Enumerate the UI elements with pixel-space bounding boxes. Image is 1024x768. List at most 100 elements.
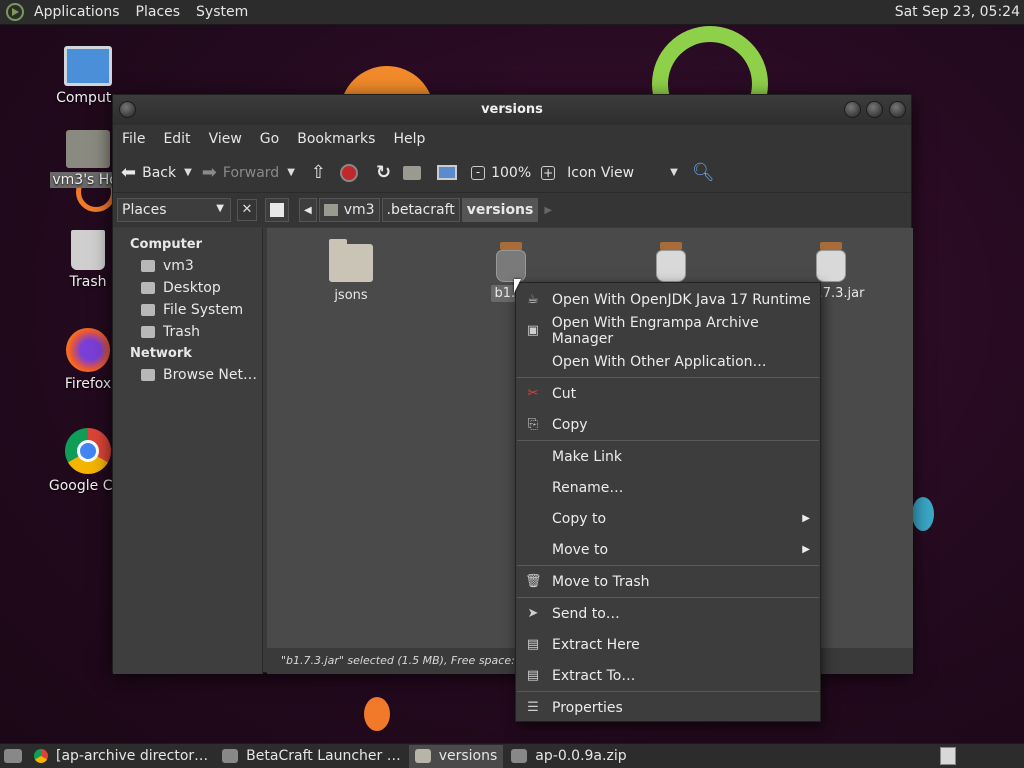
close-button[interactable] (889, 101, 906, 118)
sidebar-item-browse-network[interactable]: Browse Net… (113, 364, 262, 386)
menu-item-extract-to[interactable]: ▤ Extract To… (516, 660, 820, 691)
file-item-jar[interactable] (611, 236, 731, 286)
sidebar-selector-label: Places (122, 202, 167, 218)
clock[interactable]: Sat Sep 23, 05:24 (895, 4, 1020, 20)
taskbar-item-archive[interactable]: ap-0.0.9a.zip (505, 745, 632, 768)
menu-help[interactable]: Help (384, 131, 434, 147)
sidebar-item-trash[interactable]: Trash (113, 321, 262, 343)
sidebar: Computer vm3 Desktop File System Trash N… (113, 228, 263, 674)
breadcrumb-betacraft[interactable]: .betacraft (381, 198, 460, 222)
menu-item-label: Make Link (552, 448, 622, 465)
firefox-icon (66, 328, 110, 372)
menu-item-label: Move to Trash (552, 573, 650, 590)
toolbar: ⬅ Back ▼ ➡ Forward ▼ ⇧ ↻ - 100% + Icon V… (113, 153, 911, 193)
breadcrumb-left-arrow[interactable]: ◀ (299, 198, 317, 222)
computer-icon[interactable] (437, 165, 458, 180)
menu-item-cut[interactable]: ✂ Cut (516, 378, 820, 409)
menu-item-move-to[interactable]: Move to ▶ (516, 534, 820, 565)
menu-item-open-with-engrampa[interactable]: ▣ Open With Engrampa Archive Manager (516, 315, 820, 347)
menu-item-label: Move to (552, 541, 609, 558)
search-icon[interactable]: 🔍︎ (692, 162, 715, 183)
back-arrow-icon: ⬅ (121, 162, 137, 183)
breadcrumb-versions[interactable]: versions (461, 198, 539, 222)
menu-applications[interactable]: Applications (26, 4, 128, 20)
window-menu-button[interactable] (119, 101, 136, 118)
menu-item-copy-to[interactable]: Copy to ▶ (516, 503, 820, 534)
location-edit-toggle[interactable] (265, 198, 289, 222)
copy-icon: ⎘ (527, 417, 539, 432)
sidebar-item-label: File System (163, 302, 244, 318)
bottom-panel: [ap-archive director… BetaCraft Launcher… (0, 743, 1024, 768)
taskbar-item-chrome[interactable]: [ap-archive director… (28, 745, 214, 768)
mouse-cursor-icon (514, 279, 521, 293)
sidebar-item-label: Trash (163, 324, 200, 340)
trash-icon (71, 230, 105, 270)
zoom-in-icon[interactable]: + (541, 165, 556, 180)
pencil-icon (270, 203, 284, 217)
window-title: versions (481, 102, 543, 117)
mate-logo-icon[interactable] (6, 3, 24, 21)
stop-icon[interactable] (340, 163, 358, 182)
trash-icon: 🗑︎ (525, 574, 542, 589)
taskbar-item-betacraft[interactable]: BetaCraft Launcher … (216, 745, 407, 768)
menu-view[interactable]: View (200, 131, 251, 147)
menu-item-label: Open With Other Application… (552, 353, 767, 370)
menu-item-rename[interactable]: Rename… (516, 472, 820, 503)
up-arrow-icon[interactable]: ⇧ (311, 162, 326, 183)
file-item-jsons[interactable]: jsons (291, 236, 411, 303)
forward-history-dropdown-icon[interactable]: ▼ (287, 167, 295, 178)
zoom-out-icon: - (471, 165, 486, 180)
sidebar-item-desktop[interactable]: Desktop (113, 277, 262, 299)
java-icon: ☕ (527, 292, 539, 307)
sidebar-selector[interactable]: Places ▼ (117, 198, 231, 222)
chevron-left-icon: ◀ (304, 204, 312, 216)
send-icon: ➤ (527, 606, 539, 621)
taskbar-item-versions[interactable]: versions (408, 744, 504, 768)
breadcrumb-vm3[interactable]: vm3 (318, 198, 380, 222)
menu-item-open-with-other[interactable]: Open With Other Application… (516, 346, 820, 377)
top-panel: Applications Places System Sat Sep 23, 0… (0, 0, 1024, 25)
menu-bookmarks[interactable]: Bookmarks (288, 131, 384, 147)
home-folder-icon (66, 130, 110, 168)
reload-icon[interactable]: ↻ (376, 162, 391, 183)
breadcrumb-label: versions (466, 202, 534, 218)
submenu-arrow-icon: ▶ (802, 544, 810, 555)
maximize-button[interactable] (866, 101, 883, 118)
forward-button[interactable]: ➡ Forward ▼ (202, 162, 295, 183)
back-history-dropdown-icon[interactable]: ▼ (184, 167, 192, 178)
chevron-down-icon: ▼ (216, 203, 224, 214)
computer-icon (64, 46, 112, 86)
breadcrumb-right-arrow[interactable]: ▶ (540, 198, 556, 222)
menu-item-copy[interactable]: ⎘ Copy (516, 409, 820, 440)
sidebar-item-filesystem[interactable]: File System (113, 299, 262, 321)
menu-system[interactable]: System (188, 4, 256, 20)
minimize-button[interactable] (844, 101, 861, 118)
sidebar-item-vm3[interactable]: vm3 (113, 255, 262, 277)
menu-places[interactable]: Places (128, 4, 189, 20)
menu-item-label: Copy to (552, 510, 607, 527)
menu-item-label: Properties (552, 699, 623, 716)
show-desktop-button[interactable] (0, 745, 26, 768)
view-mode-select[interactable]: + Icon View ▼ (541, 165, 678, 181)
taskbar-item-label: ap-0.0.9a.zip (535, 748, 627, 764)
close-sidebar-icon[interactable]: ✕ (237, 199, 257, 221)
menu-item-make-link[interactable]: Make Link (516, 441, 820, 472)
breadcrumb-label: .betacraft (386, 202, 455, 218)
back-button[interactable]: ⬅ Back ▼ (121, 162, 192, 183)
zoom-out-button[interactable]: - 100% (471, 165, 531, 181)
network-icon (141, 369, 155, 381)
menu-go[interactable]: Go (251, 131, 288, 147)
menu-item-move-to-trash[interactable]: 🗑︎ Move to Trash (516, 566, 820, 597)
home-icon[interactable] (403, 165, 422, 180)
menu-item-extract-here[interactable]: ▤ Extract Here (516, 629, 820, 660)
menu-file[interactable]: File (113, 131, 154, 147)
menu-edit[interactable]: Edit (154, 131, 199, 147)
jar-icon (496, 242, 526, 282)
menu-item-open-with-java[interactable]: ☕ Open With OpenJDK Java 17 Runtime (516, 284, 820, 315)
menu-item-properties[interactable]: ☰ Properties (516, 692, 820, 723)
menu-item-send-to[interactable]: ➤ Send to… (516, 598, 820, 629)
sidebar-section-network: Network (130, 346, 192, 361)
extract-icon: ▤ (526, 637, 540, 652)
window-titlebar[interactable]: versions (113, 95, 911, 125)
workspace-switcher[interactable] (940, 747, 956, 765)
